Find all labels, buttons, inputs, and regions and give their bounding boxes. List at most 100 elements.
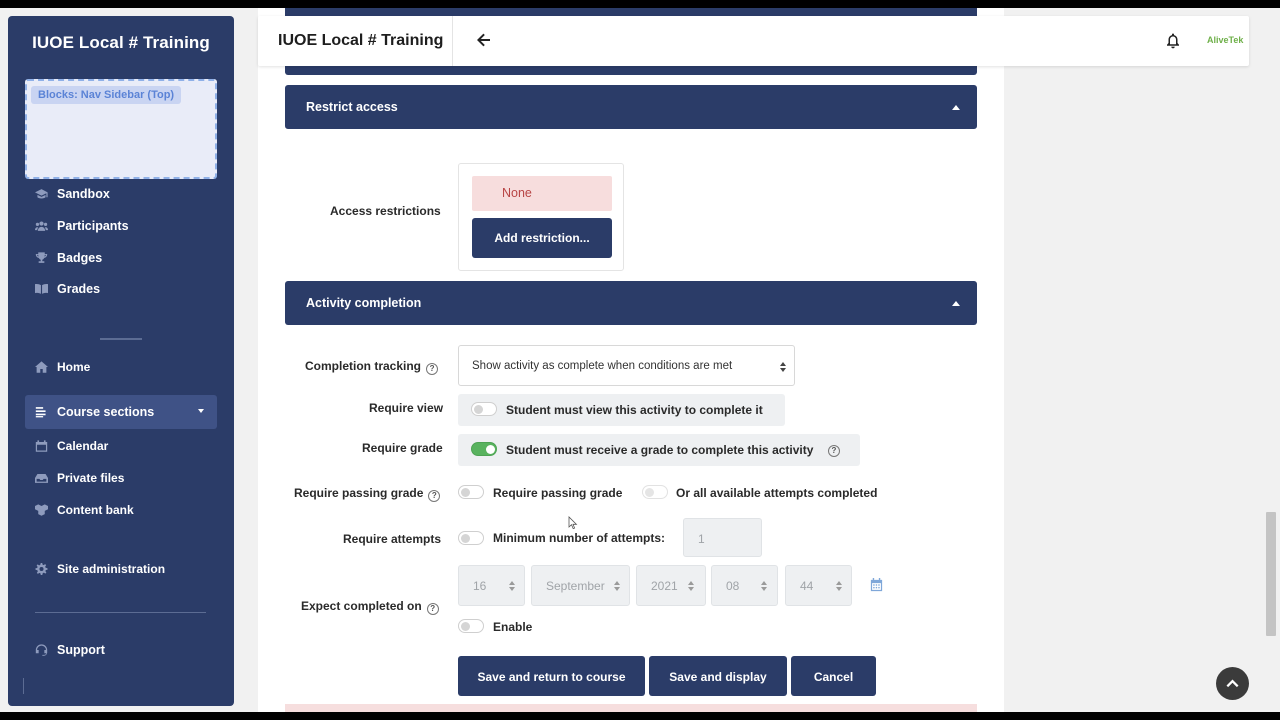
sidebar-item-site-administration[interactable]: Site administration [34,562,165,576]
min-attempts-text: Minimum number of attempts: [493,531,666,545]
sidebar-divider [23,678,24,694]
home-icon [34,361,48,373]
sidebar-site-title[interactable]: IUOE Local # Training [8,33,234,53]
min-attempts-input[interactable]: 1 [683,518,762,557]
expect-day-select[interactable]: 16 [458,565,525,606]
select-arrows-icon [509,581,515,591]
restrict-access-header[interactable]: Restrict access [285,85,977,129]
graduation-cap-icon [34,188,48,200]
next-section-edge [285,704,977,712]
select-value: 44 [800,579,814,593]
gear-icon [34,563,48,575]
help-icon[interactable]: ? [426,363,439,375]
sidebar-item-calendar[interactable]: Calendar [34,439,108,453]
sidebar-item-participants[interactable]: Participants [34,219,129,233]
sidebar-item-label: Content bank [57,503,134,517]
select-value: 08 [726,579,740,593]
require-grade-row: Student must receive a grade to complete… [458,434,860,466]
select-arrows-icon [761,581,767,591]
right-pane [1004,8,1264,712]
expect-minute-select[interactable]: 44 [785,565,852,606]
select-value: September [546,579,605,593]
cancel-button[interactable]: Cancel [791,656,876,696]
sidebar-item-grades[interactable]: Grades [34,282,100,296]
trophy-icon [34,252,48,264]
sidebar-item-label: Home [57,360,91,374]
sidebar-item-label: Participants [57,219,129,233]
brand-logo: AliveTek [1207,35,1244,45]
require-view-toggle[interactable] [471,402,497,416]
require-attempts-toggle[interactable] [458,531,484,545]
sidebar-item-label: Private files [57,471,125,485]
expect-year-select[interactable]: 2021 [636,565,706,606]
require-passing-grade-text: Require passing grade [493,486,623,500]
header-divider [452,16,453,66]
screen-top-edge [0,0,1280,8]
help-icon[interactable]: ? [426,603,439,615]
help-icon[interactable]: ? [828,445,840,457]
require-view-label: Require view [369,401,444,415]
sidebar-item-content-bank[interactable]: Content bank [34,503,134,517]
require-passing-grade-toggle[interactable] [458,485,484,499]
sidebar-block-region: Blocks: Nav Sidebar (Top) [25,79,217,179]
require-attempts-label: Require attempts [343,532,442,546]
arrow-left-icon[interactable] [475,31,493,49]
require-grade-label: Require grade [362,441,443,455]
add-restriction-button[interactable]: Add restriction... [472,218,612,258]
completion-tracking-select[interactable]: Show activity as complete when condition… [458,345,795,386]
section-title: Activity completion [306,296,422,310]
help-icon[interactable]: ? [428,490,441,502]
mouse-cursor-icon [568,516,578,530]
sidebar-item-private-files[interactable]: Private files [34,471,124,485]
header-site-title[interactable]: IUOE Local # Training [278,32,443,50]
expect-month-select[interactable]: September [531,565,630,606]
headset-icon [34,644,48,656]
select-arrows-icon [836,581,842,591]
chevron-up-icon [952,105,960,110]
sidebar-item-label: Site administration [57,562,166,576]
nav-sidebar: IUOE Local # Training Blocks: Nav Sideba… [8,16,234,706]
calendar-icon[interactable] [869,577,884,592]
access-restrictions-label: Access restrictions [330,204,441,218]
expect-enable-toggle[interactable] [458,619,484,633]
sidebar-item-sandbox[interactable]: Sandbox [34,187,110,201]
select-arrows-icon [688,581,694,591]
sidebar-item-course-sections[interactable]: Course sections [34,405,154,419]
select-value: 16 [473,579,487,593]
select-value: 2021 [651,579,678,593]
book-icon [34,283,48,295]
sidebar-item-badges[interactable]: Badges [34,251,102,265]
all-attempts-toggle[interactable] [642,485,668,499]
bell-icon[interactable] [1164,32,1182,50]
users-icon [34,220,48,232]
require-grade-toggle[interactable] [471,442,497,456]
sidebar-item-label: Course sections [57,405,155,419]
save-and-return-button[interactable]: Save and return to course [458,656,645,696]
scroll-to-top-button[interactable] [1216,667,1249,700]
chevron-up-icon [1226,679,1239,688]
expect-completed-label-text: Expect completed on [301,599,422,613]
list-icon [34,406,48,418]
chevron-down-icon[interactable] [198,409,204,413]
all-attempts-text: Or all available attempts completed [676,486,878,500]
completion-tracking-label-text: Completion tracking [305,359,422,373]
activity-completion-header[interactable]: Activity completion [285,281,977,325]
sidebar-item-label: Sandbox [57,187,110,201]
min-attempts-value: 1 [698,532,705,546]
expect-hour-select[interactable]: 08 [711,565,778,606]
require-passing-grade-label-text: Require passing grade [294,486,424,500]
section-title: Restrict access [306,100,398,114]
files-icon [34,472,48,484]
page-scrollbar[interactable] [1266,512,1276,636]
sidebar-item-label: Grades [57,282,101,296]
require-passing-grade-label: Require passing grade? [294,486,441,502]
restrictions-none-status: None [472,176,612,211]
select-arrows-icon [614,581,620,591]
calendar-icon [34,440,48,452]
sidebar-item-support[interactable]: Support [34,643,105,657]
save-and-display-button[interactable]: Save and display [649,656,787,696]
top-header: IUOE Local # Training AliveTek [258,16,1249,66]
sidebar-item-home[interactable]: Home [34,360,90,374]
expect-completed-label: Expect completed on? [301,599,439,615]
require-grade-text: Student must receive a grade to complete… [506,443,814,457]
